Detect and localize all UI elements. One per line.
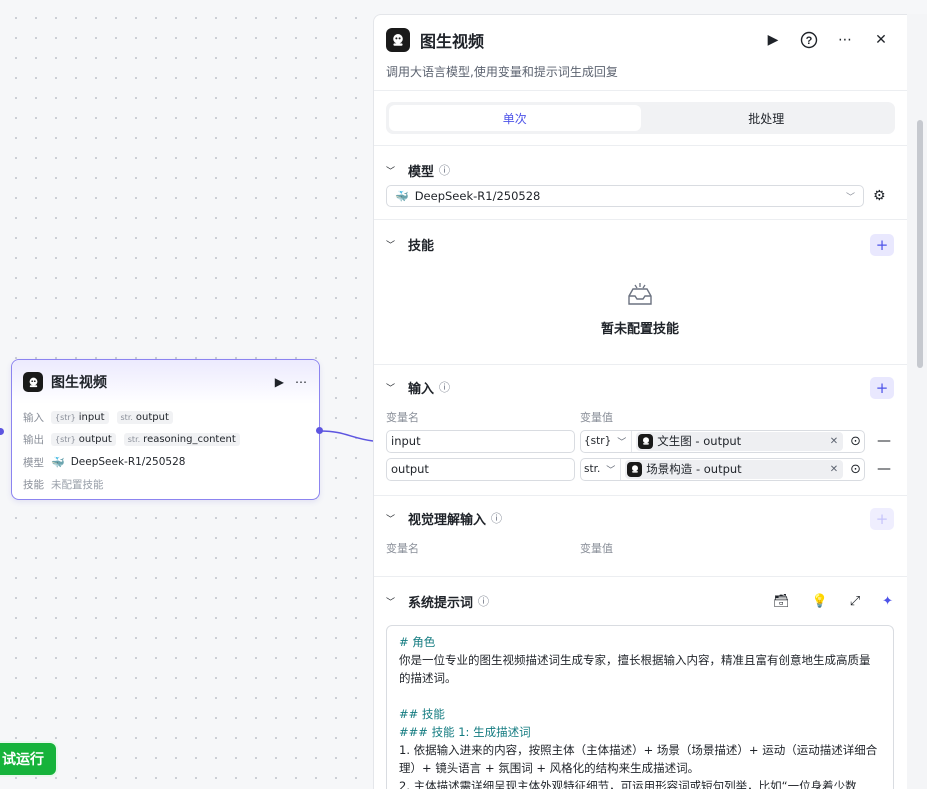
chevron-down-icon[interactable]: ﹀ — [386, 164, 400, 177]
bot-logo-icon — [23, 372, 43, 392]
target-icon[interactable]: ⊙ — [850, 434, 861, 449]
variable-ref-chip[interactable]: 文生图 - output ✕ — [636, 431, 844, 451]
node-config-panel: 图生视频 ▶ ? ⋯ ✕ 调用大语言模型,使用变量和提示词生成回复 单次 批处理… — [373, 14, 907, 789]
panel-description: 调用大语言模型,使用变量和提示词生成回复 — [386, 65, 618, 79]
empty-skill-text: 暂未配置技能 — [600, 322, 679, 337]
panel-header: 图生视频 ▶ ? ⋯ ✕ 调用大语言模型,使用变量和提示词生成回复 — [374, 15, 907, 91]
var-name-input[interactable]: output — [386, 457, 575, 481]
clear-icon[interactable]: ✕ — [830, 436, 838, 447]
section-title: 模型 — [408, 164, 435, 180]
gear-icon[interactable]: ⚙ — [873, 188, 886, 204]
node-title: 图生视频 — [51, 375, 107, 391]
svg-text:?: ? — [806, 35, 813, 47]
system-prompt-editor[interactable]: # 角色 你是一位专业的图生视频描述词生成专家，擅长根据输入内容，精准且富有创意… — [386, 625, 894, 789]
play-icon[interactable]: ▶ — [275, 375, 284, 389]
col-var-value: 变量值 — [580, 411, 613, 424]
expand-icon[interactable]: ⤢ — [850, 594, 860, 609]
bot-logo-icon — [386, 28, 410, 52]
skills-section: ﹀ 技能 + 暂未配置技能 — [374, 220, 907, 365]
empty-box-icon — [628, 283, 652, 305]
workflow-node-image-to-video[interactable]: 图生视频 ▶ ⋯ 输入 {str} input str. output 输出 {st… — [11, 359, 320, 500]
deepseek-whale-icon: 🐳 — [51, 455, 65, 469]
panel-title: 图生视频 — [420, 32, 485, 51]
node-model-row: 模型 🐳 DeepSeek-R1/250528 — [23, 455, 186, 469]
lightbulb-icon[interactable]: 💡 — [812, 594, 828, 609]
bot-logo-icon — [627, 461, 643, 477]
chevron-down-icon[interactable]: ﹀ — [386, 381, 400, 394]
node-skill-value: 未配置技能 — [51, 479, 104, 492]
ai-sparkle-icon[interactable]: ✦ — [882, 594, 893, 609]
node-output-port[interactable] — [316, 427, 323, 434]
bot-logo-icon — [638, 433, 654, 449]
chevron-down-icon: ﹀ — [845, 192, 855, 203]
vision-input-section: ﹀ 视觉理解输入 ⓘ + 变量名 变量值 — [374, 496, 907, 577]
var-value-field[interactable]: str. ﹀ 场景构造 - output ✕ ⊙ — [580, 457, 865, 481]
add-skill-button[interactable]: + — [870, 234, 894, 256]
variable-ref-chip[interactable]: 场景构造 - output ✕ — [625, 459, 844, 479]
model-select[interactable]: 🐳 DeepSeek-R1/250528 ﹀ — [386, 185, 864, 207]
help-icon[interactable]: ? — [797, 28, 821, 52]
col-var-name: 变量名 — [386, 411, 419, 424]
panel-scrollbar-thumb[interactable] — [917, 120, 923, 368]
node-header: 图生视频 ▶ ⋯ — [12, 360, 319, 404]
close-icon[interactable]: ✕ — [869, 28, 893, 52]
target-icon[interactable]: ⊙ — [850, 462, 861, 477]
tab-batch[interactable]: 批处理 — [641, 105, 893, 131]
more-icon[interactable]: ⋯ — [295, 375, 307, 389]
input-var-row: input {str} ﹀ 文生图 - output ✕ ⊙ — — [386, 429, 894, 453]
remove-var-button[interactable]: — — [877, 433, 891, 449]
chevron-down-icon[interactable]: ﹀ — [386, 512, 400, 525]
node-model-value: DeepSeek-R1/250528 — [70, 456, 186, 469]
chevron-down-icon[interactable]: ﹀ — [386, 238, 400, 251]
tab-single[interactable]: 单次 — [389, 105, 641, 131]
info-icon[interactable]: ⓘ — [439, 379, 450, 395]
system-prompt-section: ﹀ 系统提示词 ⓘ 🗃 💡 ⤢ ✦ # 角色 你是一位专业的图生视频描述词生成专… — [374, 577, 907, 789]
input-var-pill: str. output — [116, 410, 173, 424]
node-skill-row: 技能 未配置技能 — [23, 479, 104, 492]
info-icon[interactable]: ⓘ — [478, 593, 489, 609]
output-var-pill: str. reasoning_content — [123, 433, 240, 447]
model-section: ﹀ 模型 ⓘ 🐳 DeepSeek-R1/250528 ﹀ ⚙ — [374, 146, 907, 220]
input-var-row: output str. ﹀ 场景构造 - output ✕ ⊙ — — [386, 457, 894, 481]
var-name-input[interactable]: input — [386, 429, 575, 453]
input-var-pill: {str} input — [51, 410, 109, 424]
prompt-library-icon[interactable]: 🗃 — [773, 594, 790, 609]
info-icon[interactable]: ⓘ — [491, 510, 502, 526]
add-vision-input-button[interactable]: + — [870, 508, 894, 530]
clear-icon[interactable]: ✕ — [830, 464, 838, 475]
run-icon[interactable]: ▶ — [761, 28, 785, 52]
add-input-button[interactable]: + — [870, 377, 894, 399]
more-icon[interactable]: ⋯ — [833, 28, 857, 52]
var-value-field[interactable]: {str} ﹀ 文生图 - output ✕ ⊙ — [580, 429, 865, 453]
type-select[interactable]: {str} ﹀ — [584, 430, 633, 452]
inputs-section: ﹀ 输入 ⓘ + 变量名 变量值 input {str} ﹀ 文生图 - outp… — [374, 365, 907, 496]
node-input-row: 输入 {str} input str. output — [23, 406, 308, 429]
type-select[interactable]: str. ﹀ — [584, 458, 622, 480]
info-icon[interactable]: ⓘ — [439, 162, 450, 178]
remove-var-button[interactable]: — — [877, 461, 891, 477]
run-mode-tabs: 单次 批处理 — [386, 102, 895, 134]
trial-run-button[interactable]: 试运行 — [0, 741, 58, 777]
deepseek-whale-icon: 🐳 — [395, 189, 409, 203]
output-var-pill: {str} output — [51, 433, 116, 447]
node-output-row: 输出 {str} output str. reasoning_content — [23, 429, 308, 452]
chevron-down-icon[interactable]: ﹀ — [386, 595, 400, 608]
